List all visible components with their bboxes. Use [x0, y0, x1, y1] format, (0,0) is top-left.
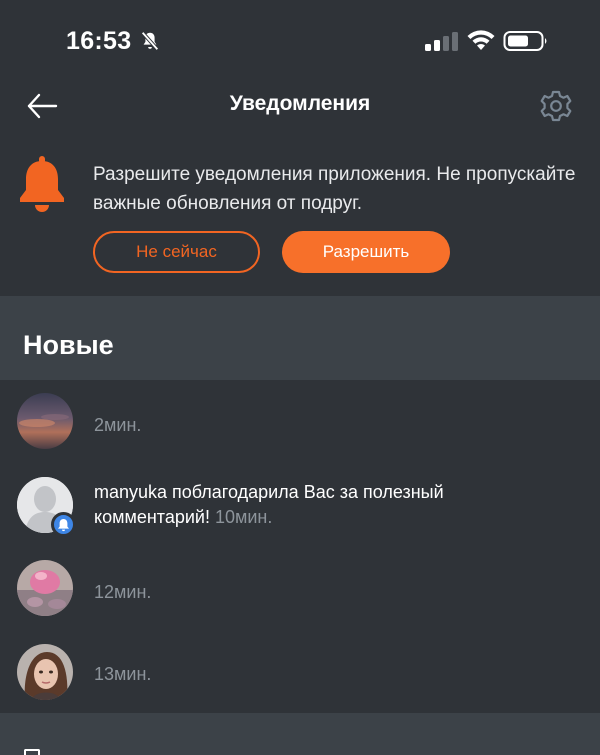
- notification-text: 13мин.: [94, 662, 151, 687]
- section-title: Новые: [23, 330, 114, 360]
- section-title-peek: [24, 749, 40, 755]
- pink-object-photo: [17, 560, 73, 616]
- section-header-new: Новые: [0, 296, 600, 380]
- woman-portrait-photo: [17, 644, 73, 700]
- avatar: [17, 393, 73, 449]
- page-title: Уведомления: [229, 92, 371, 115]
- status-time: 16:53: [66, 27, 132, 55]
- not-now-button[interactable]: Не сейчас: [93, 231, 260, 273]
- notification-permission-banner: Разрешите уведомления приложения. Не про…: [0, 132, 600, 296]
- notification-item[interactable]: 13мин.: [0, 632, 600, 713]
- notification-time: 10мин.: [214, 507, 273, 527]
- avatar: [17, 560, 73, 616]
- wifi-icon: [467, 30, 495, 50]
- banner-message: Разрешите уведомления приложения. Не про…: [93, 164, 576, 214]
- notification-text: 12мин.: [94, 580, 151, 605]
- bell-icon: [58, 518, 69, 531]
- bell-icon: [20, 156, 64, 212]
- notification-item[interactable]: 12мин.: [0, 550, 600, 632]
- notification-badge: [51, 512, 76, 537]
- avatar: [17, 644, 73, 700]
- notification-item[interactable]: 2мин.: [0, 380, 600, 462]
- nav-bar: Уведомления: [0, 80, 600, 132]
- notification-time: 12мин.: [94, 582, 152, 602]
- notification-text: manyuka поблагодарила Вас за полезный ко…: [94, 480, 554, 530]
- battery-icon: [503, 31, 547, 51]
- notification-item[interactable]: manyuka поблагодарила Вас за полезный ко…: [0, 462, 600, 550]
- cellular-signal-icon: [425, 32, 458, 51]
- allow-button[interactable]: Разрешить: [282, 231, 450, 273]
- notification-text: 2мин.: [94, 413, 141, 438]
- sunset-sky-photo: [17, 393, 73, 449]
- notification-time: 13мин.: [94, 664, 152, 684]
- next-section-header: [0, 713, 600, 755]
- gear-icon[interactable]: [539, 89, 573, 123]
- notification-list: 2мин. manyuka поблагодарила Вас за полез…: [0, 380, 600, 713]
- notification-time: 2мин.: [94, 415, 142, 435]
- status-bar: 16:53: [0, 0, 600, 80]
- bell-slash-icon: [141, 31, 159, 51]
